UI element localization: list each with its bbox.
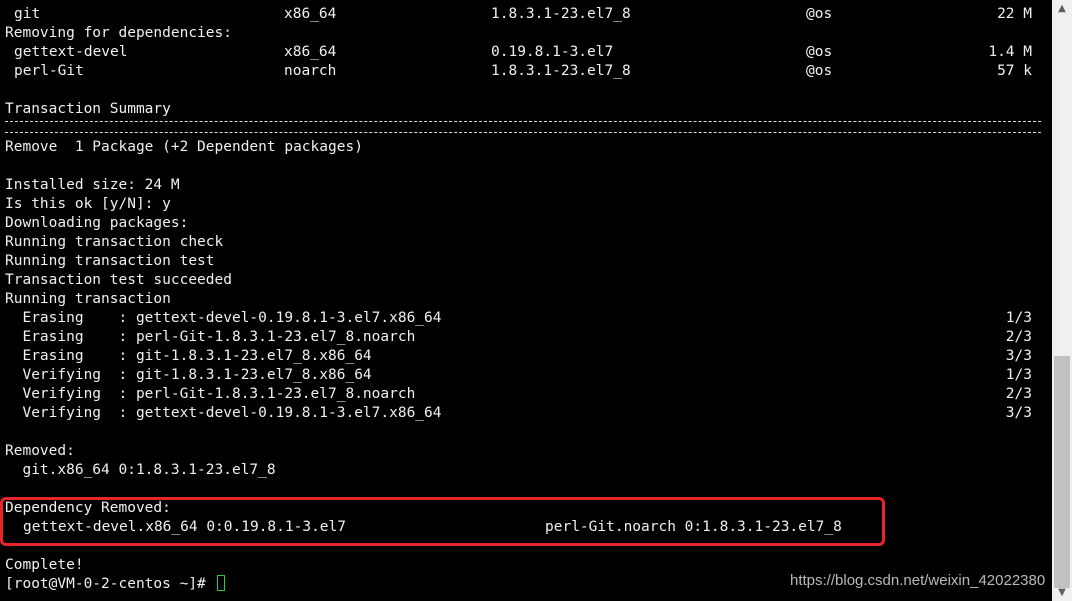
pkg-version: 1.8.3.1-23.el7_8 [491, 6, 631, 22]
summary-remove: Remove 1 Package (+2 Dependent packages) [5, 139, 363, 155]
log-line: Downloading packages: [5, 215, 189, 231]
transaction-action: Verifying : perl-Git-1.8.3.1-23.el7_8.no… [5, 386, 416, 402]
transaction-action: Erasing : git-1.8.3.1-23.el7_8.x86_64 [5, 348, 372, 364]
dep-name: gettext-devel [14, 44, 128, 60]
pkg-name: git [14, 6, 41, 22]
transaction-action: Erasing : gettext-devel-0.19.8.1-3.el7.x… [5, 310, 442, 326]
dep-removed-item: gettext-devel.x86_64 0:0.19.8.1-3.el7 [23, 519, 347, 535]
log-line: Is this ok [y/N]: y [5, 196, 171, 212]
watermark: https://blog.csdn.net/weixin_42022380 [790, 572, 1046, 589]
transaction-action: Verifying : gettext-devel-0.19.8.1-3.el7… [5, 405, 442, 421]
dep-version: 0.19.8.1-3.el7 [491, 44, 614, 60]
transaction-progress: 1/3 [1005, 367, 1032, 383]
summary-title: Transaction Summary [5, 101, 171, 117]
transaction-progress: 2/3 [1005, 329, 1032, 345]
shell-prompt: [root@VM-0-2-centos ~]# [5, 576, 215, 592]
transaction-action: Erasing : perl-Git-1.8.3.1-23.el7_8.noar… [5, 329, 416, 345]
dep-removed-item: perl-Git.noarch 0:1.8.3.1-23.el7_8 [545, 519, 842, 535]
removed-title: Removed: [5, 443, 75, 459]
log-line: Running transaction check [5, 234, 224, 250]
vertical-scrollbar[interactable]: ▲ ▼ [1052, 0, 1072, 601]
dep-arch: noarch [284, 63, 337, 79]
scroll-up-icon[interactable]: ▲ [1052, 0, 1072, 17]
transaction-progress: 1/3 [1005, 310, 1032, 326]
complete-message: Complete! [5, 557, 84, 573]
dep-name: perl-Git [14, 63, 84, 79]
dep-size: 1.4 M [988, 44, 1032, 60]
transaction-progress: 3/3 [1005, 348, 1032, 364]
transaction-progress: 3/3 [1005, 405, 1032, 421]
log-line: Running transaction [5, 291, 171, 307]
dep-repo: @os [806, 44, 833, 60]
cursor-icon [216, 575, 225, 591]
removing-header: Removing for dependencies: [5, 25, 232, 41]
prompt-line[interactable]: [root@VM-0-2-centos ~]# [5, 575, 225, 594]
transaction-progress: 2/3 [1005, 386, 1032, 402]
pkg-arch: x86_64 [284, 6, 337, 22]
dep-repo: @os [806, 63, 833, 79]
terminal-window[interactable]: git x86_64 1.8.3.1-23.el7_8 @os 22 M Rem… [0, 0, 1052, 601]
dep-version: 1.8.3.1-23.el7_8 [491, 63, 631, 79]
transaction-action: Verifying : git-1.8.3.1-23.el7_8.x86_64 [5, 367, 372, 383]
log-line: Transaction test succeeded [5, 272, 232, 288]
pkg-repo: @os [806, 6, 833, 22]
pkg-size: 22 M [997, 6, 1032, 22]
dep-removed-title: Dependency Removed: [5, 500, 171, 516]
scroll-down-icon[interactable]: ▼ [1052, 584, 1072, 601]
separator-rule [5, 121, 1041, 133]
dep-size: 57 k [997, 63, 1032, 79]
removed-item: git.x86_64 0:1.8.3.1-23.el7_8 [5, 462, 276, 478]
dep-arch: x86_64 [284, 44, 337, 60]
log-line: Installed size: 24 M [5, 177, 180, 193]
scrollbar-thumb[interactable] [1054, 356, 1070, 588]
log-line: Running transaction test [5, 253, 215, 269]
